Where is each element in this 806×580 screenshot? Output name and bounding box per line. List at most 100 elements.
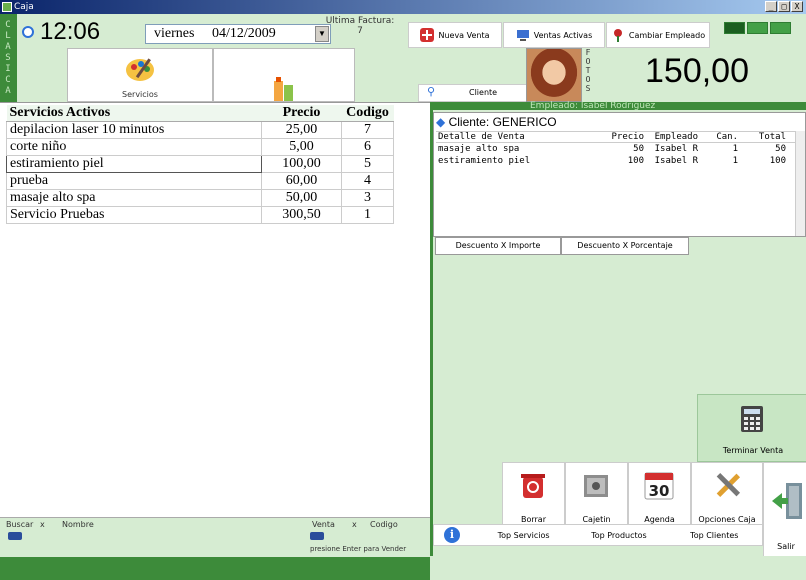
nombre-label: Nombre — [62, 520, 94, 529]
column-header-servicios[interactable]: Servicios Activos — [6, 105, 262, 122]
borrar-label: Borrar — [520, 515, 546, 524]
close-button[interactable]: X — [791, 1, 803, 12]
tools-icon — [716, 472, 741, 498]
top-clientes-button[interactable]: Top Clientes — [667, 531, 762, 540]
cliente-name: Cliente: GENERICO — [448, 115, 557, 129]
fotos-label[interactable]: FOTOS — [583, 48, 593, 93]
detail-price: 100 — [627, 156, 644, 166]
status-box — [724, 22, 745, 34]
info-icon[interactable]: i — [444, 527, 460, 543]
detail-quantity: 1 — [732, 144, 738, 154]
venta-label: Venta — [312, 520, 335, 529]
agenda-button[interactable]: 30 Agenda — [628, 462, 691, 530]
cajetin-button[interactable]: Cajetin — [565, 462, 628, 530]
tab-productos[interactable] — [213, 48, 355, 102]
table-row[interactable]: Servicio Pruebas 300,50 1 — [6, 206, 394, 224]
service-price: 50,00 — [261, 189, 342, 207]
column-header-empleado[interactable]: Empleado — [646, 132, 700, 142]
salir-button[interactable]: Salir — [763, 462, 806, 558]
descuento-porcentaje-button[interactable]: Descuento X Porcentaje — [561, 237, 689, 255]
nueva-venta-label: Nueva Venta — [438, 30, 490, 40]
table-row[interactable]: masaje alto spa 50 Isabel R 1 50 — [436, 144, 796, 155]
detail-quantity: 1 — [732, 156, 738, 166]
date-picker[interactable]: viernes 04/12/2009 ▼ — [145, 24, 331, 44]
service-price: 5,00 — [261, 138, 342, 156]
window-title: Caja — [14, 2, 34, 12]
service-name: Servicio Pruebas — [6, 206, 262, 224]
x-separator: x — [352, 520, 357, 529]
table-row[interactable]: masaje alto spa 50,00 3 — [6, 189, 394, 207]
maximize-button[interactable]: □ — [778, 1, 790, 12]
detail-name: masaje alto spa — [438, 144, 520, 154]
opciones-caja-label: Opciones Caja — [698, 515, 756, 524]
table-row[interactable]: estiramiento piel 100 Isabel R 1 100 — [436, 156, 796, 167]
sidebar-vertical-label[interactable]: CLASICA — [3, 20, 13, 97]
column-header-cantidad[interactable]: Can. — [700, 132, 740, 142]
bottom-bar — [0, 557, 430, 580]
calculator-icon — [741, 406, 763, 432]
agenda-day: 30 — [648, 482, 670, 500]
app-icon — [2, 2, 12, 12]
sell-hint: presione Enter para Vender — [310, 545, 407, 553]
cambiar-empleado-button[interactable]: Cambiar Empleado — [606, 22, 710, 48]
top-servicios-button[interactable]: Top Servicios — [476, 531, 571, 540]
cliente-button-label: Cliente — [469, 88, 498, 97]
detail-employee: Isabel R — [654, 144, 698, 154]
minimize-button[interactable]: _ — [765, 1, 777, 12]
service-name: prueba — [6, 172, 262, 190]
nueva-venta-button[interactable]: Nueva Venta — [408, 22, 502, 48]
search-bar: Buscar x Nombre Venta x Codigo presione … — [0, 517, 430, 557]
cliente-button[interactable]: ⚲ Cliente — [418, 84, 528, 102]
sale-detail-box: ◆ Cliente: GENERICO Detalle de Venta Pre… — [433, 112, 806, 237]
products-icon — [274, 77, 293, 101]
detail-name: estiramiento piel — [438, 156, 531, 166]
borrar-button[interactable]: Borrar — [502, 462, 565, 530]
service-code: 6 — [341, 138, 394, 156]
ultima-factura-label: Ultima Factura: — [325, 16, 395, 26]
terminar-venta-button[interactable]: Terminar Venta — [697, 394, 806, 462]
detail-total: 100 — [769, 156, 786, 166]
search-icon: ⚲ — [427, 85, 436, 98]
salir-label: Salir — [777, 542, 795, 551]
date-value: 04/12/2009 — [211, 26, 276, 41]
column-header-precio[interactable]: Precio — [598, 132, 646, 142]
column-header-detalle[interactable]: Detalle de Venta — [436, 132, 598, 142]
sale-panel: Empleado: Isabel Rodriguez ◆ Cliente: GE… — [430, 102, 806, 580]
trash-icon — [521, 474, 545, 498]
user-icon: ◆ — [436, 115, 446, 129]
service-price: 300,50 — [261, 206, 342, 224]
column-header-precio[interactable]: Precio — [261, 105, 342, 122]
agenda-label: Agenda — [644, 515, 675, 524]
cliente-line: ◆ Cliente: GENERICO — [436, 115, 557, 129]
cambiar-empleado-label: Cambiar Empleado — [628, 30, 706, 40]
clock-time: 12:06 — [40, 18, 101, 45]
service-code: 1 — [341, 206, 394, 224]
column-header-codigo[interactable]: Codigo — [341, 105, 394, 122]
top-productos-button[interactable]: Top Productos — [571, 531, 666, 540]
service-name: corte niño — [6, 138, 262, 156]
service-name: masaje alto spa — [6, 189, 262, 207]
tab-servicios[interactable]: Servicios — [67, 48, 213, 102]
ultima-factura-value: 7 — [357, 26, 363, 36]
ventas-activas-button[interactable]: Ventas Activas — [503, 22, 605, 48]
employee-photo[interactable] — [526, 48, 582, 102]
red-cross-icon — [420, 28, 435, 42]
sale-total: 150,00 — [645, 52, 749, 90]
table-row[interactable]: estiramiento piel 100,00 5 — [6, 155, 394, 173]
terminar-venta-label: Terminar Venta — [722, 446, 784, 455]
tab-servicios-label: Servicios — [122, 90, 158, 99]
window-titlebar: Caja _ □ X — [0, 0, 806, 14]
detail-scrollbar[interactable] — [795, 131, 805, 236]
status-box — [770, 22, 791, 34]
computer-icon — [516, 30, 529, 41]
table-row[interactable]: depilacion laser 10 minutos 25,00 7 — [6, 121, 394, 139]
service-code: 5 — [341, 155, 394, 173]
safe-icon — [584, 475, 608, 497]
column-header-total[interactable]: Total — [740, 132, 788, 142]
opciones-caja-button[interactable]: Opciones Caja — [691, 462, 763, 530]
palette-icon — [126, 58, 154, 81]
codigo-label: Codigo — [370, 520, 398, 529]
table-row[interactable]: corte niño 5,00 6 — [6, 138, 394, 156]
table-row[interactable]: prueba 60,00 4 — [6, 172, 394, 190]
descuento-importe-button[interactable]: Descuento X Importe — [435, 237, 561, 255]
